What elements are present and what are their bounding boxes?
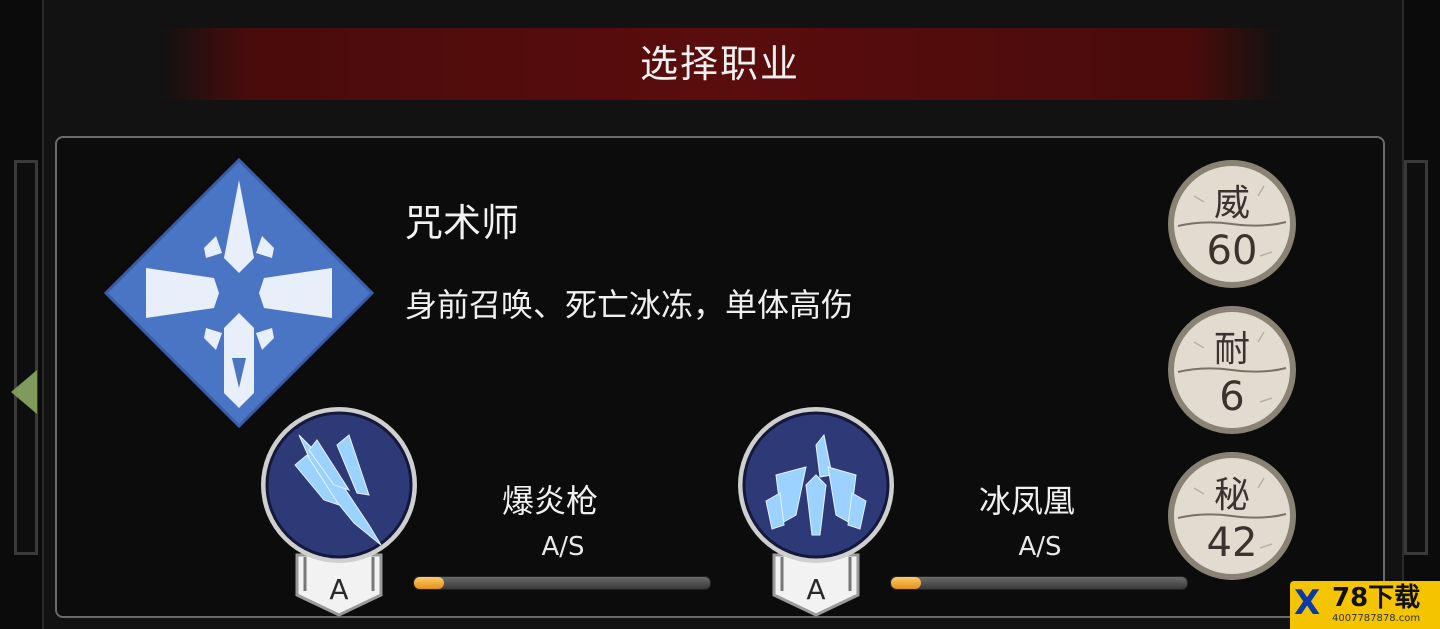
class-description: 身前召唤、死亡冰冻，单体高伤	[405, 286, 854, 324]
stat-label: 耐	[1213, 329, 1250, 370]
stat-endurance: 耐 6	[1164, 302, 1300, 438]
skill-rank: A	[806, 573, 826, 606]
stat-value: 6	[1219, 374, 1245, 420]
skill-type: A/S	[541, 532, 585, 562]
stat-label: 秘	[1213, 475, 1250, 516]
skill-name: 冰凤凰	[978, 482, 1075, 520]
star-cross-emblem-icon	[103, 157, 375, 429]
skill-card-1[interactable]: A	[259, 405, 419, 617]
skill-progress-fill	[414, 577, 444, 589]
watermark-url: 4007787878.com	[1332, 613, 1421, 624]
skill-progress-bar	[890, 576, 1188, 590]
stat-label: 威	[1213, 183, 1250, 224]
stat-value: 42	[1206, 520, 1258, 566]
skill-progress-fill	[891, 577, 921, 589]
stat-mystic: 秘 42	[1164, 448, 1300, 584]
skill-rank: A	[329, 573, 349, 606]
stat-power: 威 60	[1164, 156, 1300, 292]
arrow-left-icon[interactable]	[11, 370, 37, 414]
skill-card-2[interactable]: A	[736, 405, 896, 617]
right-frame-ornament	[1404, 160, 1428, 555]
class-name: 咒术师	[405, 201, 520, 245]
watermark-logo: X 78下载 4007787878.com	[1290, 581, 1440, 629]
page-title: 选择职业	[639, 42, 800, 86]
skill-progress-bar	[413, 576, 711, 590]
watermark-x-logo: X	[1294, 583, 1321, 623]
watermark-title: 78下载	[1332, 583, 1421, 613]
header-banner: 选择职业	[160, 28, 1280, 100]
skill-type: A/S	[1018, 532, 1062, 562]
skill-name: 爆炎枪	[501, 482, 598, 520]
stat-value: 60	[1206, 228, 1258, 274]
left-frame-ornament	[14, 160, 38, 555]
